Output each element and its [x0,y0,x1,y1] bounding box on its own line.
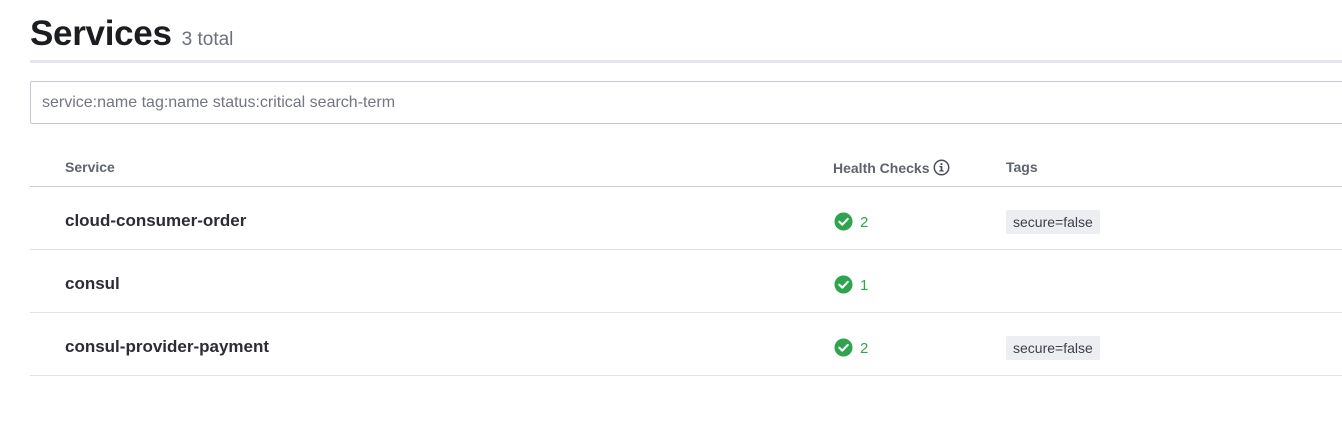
tag-badge: secure=false [1006,336,1100,360]
table-header: Service Health Checks Tags [30,148,1342,187]
health-passing-count: 2 [860,340,869,357]
page-header: Services 3 total [30,14,1342,63]
health-passing-count: 1 [860,277,869,294]
service-name-link[interactable]: consul [65,274,120,294]
tag-badge: secure=false [1006,210,1100,234]
services-count: 3 total [181,29,234,50]
services-page: Services 3 total Service Health Checks T… [0,0,1342,437]
column-header-tags-label: Tags [1006,159,1038,175]
check-circle-icon [834,211,853,231]
column-header-health-checks: Health Checks [833,159,950,176]
info-circle-icon[interactable] [933,159,950,176]
column-header-service-label: Service [65,159,115,175]
health-checks-status: 1 [834,274,868,294]
column-header-tags: Tags [1006,159,1038,175]
services-table: Service Health Checks Tags cloud-consume… [30,148,1342,376]
service-name-link[interactable]: consul-provider-payment [65,337,269,357]
health-passing-count: 2 [860,214,869,231]
search-input[interactable] [30,81,1342,124]
service-name-link[interactable]: cloud-consumer-order [65,211,246,231]
column-header-health-label: Health Checks [833,159,930,176]
check-circle-icon [834,274,853,294]
page-title: Services [30,14,172,53]
check-circle-icon [834,337,853,357]
table-row[interactable]: cloud-consumer-order 2 secure=false [30,187,1342,250]
health-checks-status: 2 [834,337,868,357]
table-row[interactable]: consul-provider-payment 2 secure=false [30,313,1342,376]
table-row[interactable]: consul 1 [30,250,1342,313]
column-header-service: Service [65,159,115,175]
health-checks-status: 2 [834,211,868,231]
